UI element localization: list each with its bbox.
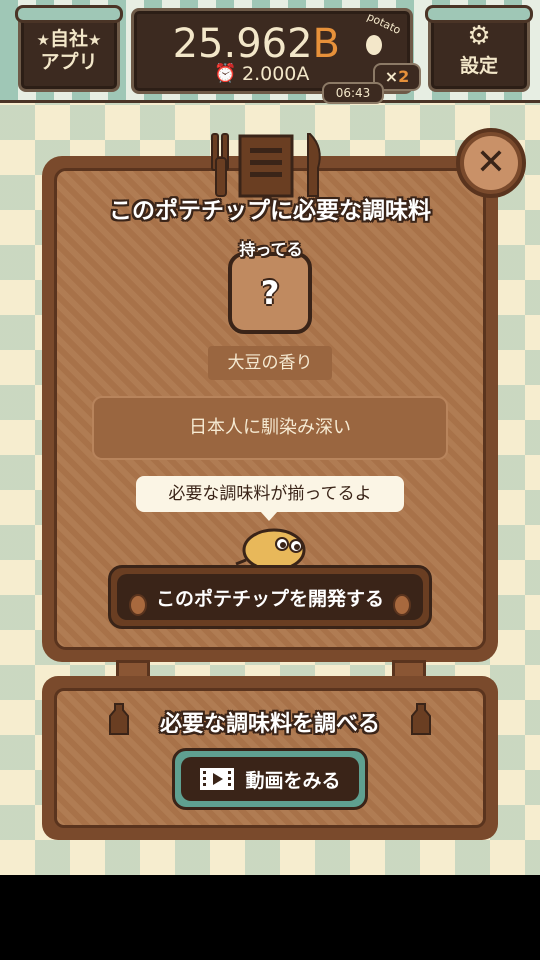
search-seasoning-title: 必要な調味料を調べる xyxy=(159,712,380,737)
settings-button[interactable]: ⚙ 設定 xyxy=(425,5,533,92)
potato-egg-shape xyxy=(366,35,382,55)
boost-timer: 06:43 xyxy=(322,82,384,104)
game-screen: ★自社★ アプリ 25.962B potato ⏰ 2.000A ×2 06:4… xyxy=(0,0,540,875)
top-bar: ★自社★ アプリ 25.962B potato ⏰ 2.000A ×2 06:4… xyxy=(0,0,540,104)
potato-icon xyxy=(393,594,411,616)
star-icon: ★ xyxy=(88,30,102,49)
gear-icon: ⚙ xyxy=(467,20,491,51)
close-icon: ✕ xyxy=(464,136,518,190)
apps-label-line1: ★自社★ xyxy=(36,27,102,50)
money-display: 25.962B xyxy=(172,21,340,67)
board-title: このポテチップに必要な調味料 xyxy=(109,198,431,224)
develop-button-face: このポテチップを開発する xyxy=(117,574,423,620)
multiplier-value: 2 xyxy=(398,67,410,86)
film-icon xyxy=(200,768,235,790)
seasoning-description: 日本人に馴染み深い xyxy=(92,396,448,460)
develop-chip-button[interactable]: このポテチップを開発する xyxy=(108,565,432,629)
money-unit: B xyxy=(312,21,340,67)
menu-icon xyxy=(211,133,321,198)
video-button-label: 動画をみる xyxy=(245,769,341,792)
speech-bubble: 必要な調味料が揃ってるよ xyxy=(136,476,404,521)
potato-icon: potato xyxy=(356,10,403,57)
close-button[interactable]: ✕ xyxy=(456,128,526,198)
button-cap xyxy=(15,5,123,23)
potato-word: potato xyxy=(365,10,404,37)
rate-value: 2.000A xyxy=(242,63,310,85)
button-cap xyxy=(425,5,533,23)
video-button-face: 動画をみる xyxy=(181,757,359,801)
seasoning-slot[interactable]: ? xyxy=(228,252,312,334)
have-label: 持ってる xyxy=(239,240,303,259)
seasoning-name: 大豆の香り xyxy=(208,346,332,380)
develop-button-label: このポテチップを開発する xyxy=(155,587,384,610)
mascot-potato xyxy=(235,528,306,570)
alarm-clock-icon: ⏰ xyxy=(214,63,237,84)
our-apps-button[interactable]: ★自社★ アプリ xyxy=(15,5,123,92)
star-icon: ★ xyxy=(36,30,50,49)
apps-label-line2: アプリ xyxy=(40,50,98,73)
potato-icon xyxy=(129,594,147,616)
multiplier-symbol: × xyxy=(384,67,399,86)
watch-video-button[interactable]: 動画をみる xyxy=(172,748,368,810)
settings-label: 設定 xyxy=(459,54,498,77)
